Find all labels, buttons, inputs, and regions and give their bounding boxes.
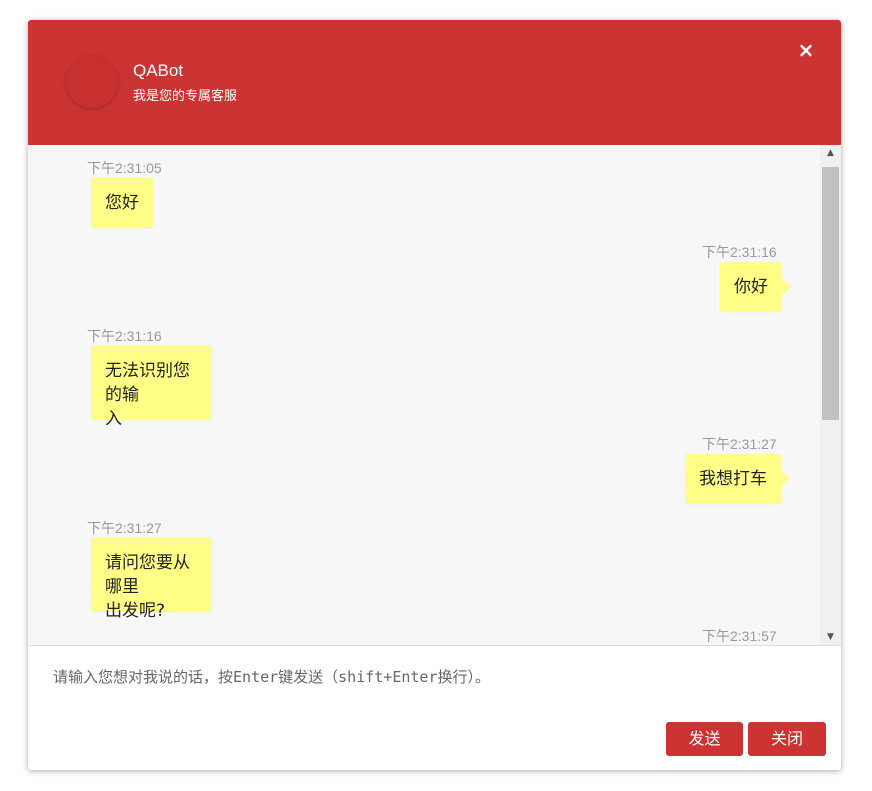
message-bubble-bot: 请问您要从哪里 出发呢? xyxy=(91,538,212,621)
message-bubble-bot: 您好 xyxy=(91,178,153,228)
chat-header: QABot 我是您的专属客服 × xyxy=(28,20,841,145)
message-text-line: 入 xyxy=(105,409,122,429)
message-text-line: 请问您要从哪里 xyxy=(105,553,190,597)
chat-scrollbar[interactable]: ▲ ▼ xyxy=(820,145,841,645)
scroll-up-arrow-icon[interactable]: ▲ xyxy=(820,145,841,161)
chat-window: QABot 我是您的专属客服 × 下午2:31:05 您好 下午2:31:16 … xyxy=(28,20,841,770)
message-timestamp: 下午2:31:16 xyxy=(87,328,162,344)
message-bubble-user: 你好 xyxy=(720,262,791,312)
scroll-down-arrow-icon[interactable]: ▼ xyxy=(820,629,841,645)
message-text-line: 出发呢? xyxy=(105,601,166,621)
message-timestamp: 下午2:31:27 xyxy=(702,436,777,452)
close-button[interactable]: 关闭 xyxy=(748,722,826,756)
message-timestamp: 下午2:31:16 xyxy=(702,244,777,260)
message-input[interactable]: 请输入您想对我说的话，按Enter键发送（shift+Enter换行）。 xyxy=(53,666,490,687)
message-bubble-user: 我想打车 xyxy=(685,454,790,504)
message-timestamp: 下午2:31:57 xyxy=(702,628,777,644)
message-timestamp: 下午2:31:05 xyxy=(87,160,162,176)
message-timestamp: 下午2:31:27 xyxy=(87,520,162,536)
message-list[interactable]: 下午2:31:05 您好 下午2:31:16 你好 下午2:31:16 无法识别… xyxy=(28,145,841,645)
bot-subtitle: 我是您的专属客服 xyxy=(133,89,238,104)
message-bubble-bot: 无法识别您的输 入 xyxy=(91,346,212,429)
bot-avatar xyxy=(66,56,118,108)
message-input-area[interactable]: 请输入您想对我说的话，按Enter键发送（shift+Enter换行）。 发送 … xyxy=(28,645,841,770)
close-icon[interactable]: × xyxy=(796,40,816,60)
scrollbar-thumb[interactable] xyxy=(822,167,839,420)
send-button[interactable]: 发送 xyxy=(666,722,743,756)
bot-name: QABot xyxy=(133,61,184,80)
message-text-line: 无法识别您的输 xyxy=(105,361,190,405)
